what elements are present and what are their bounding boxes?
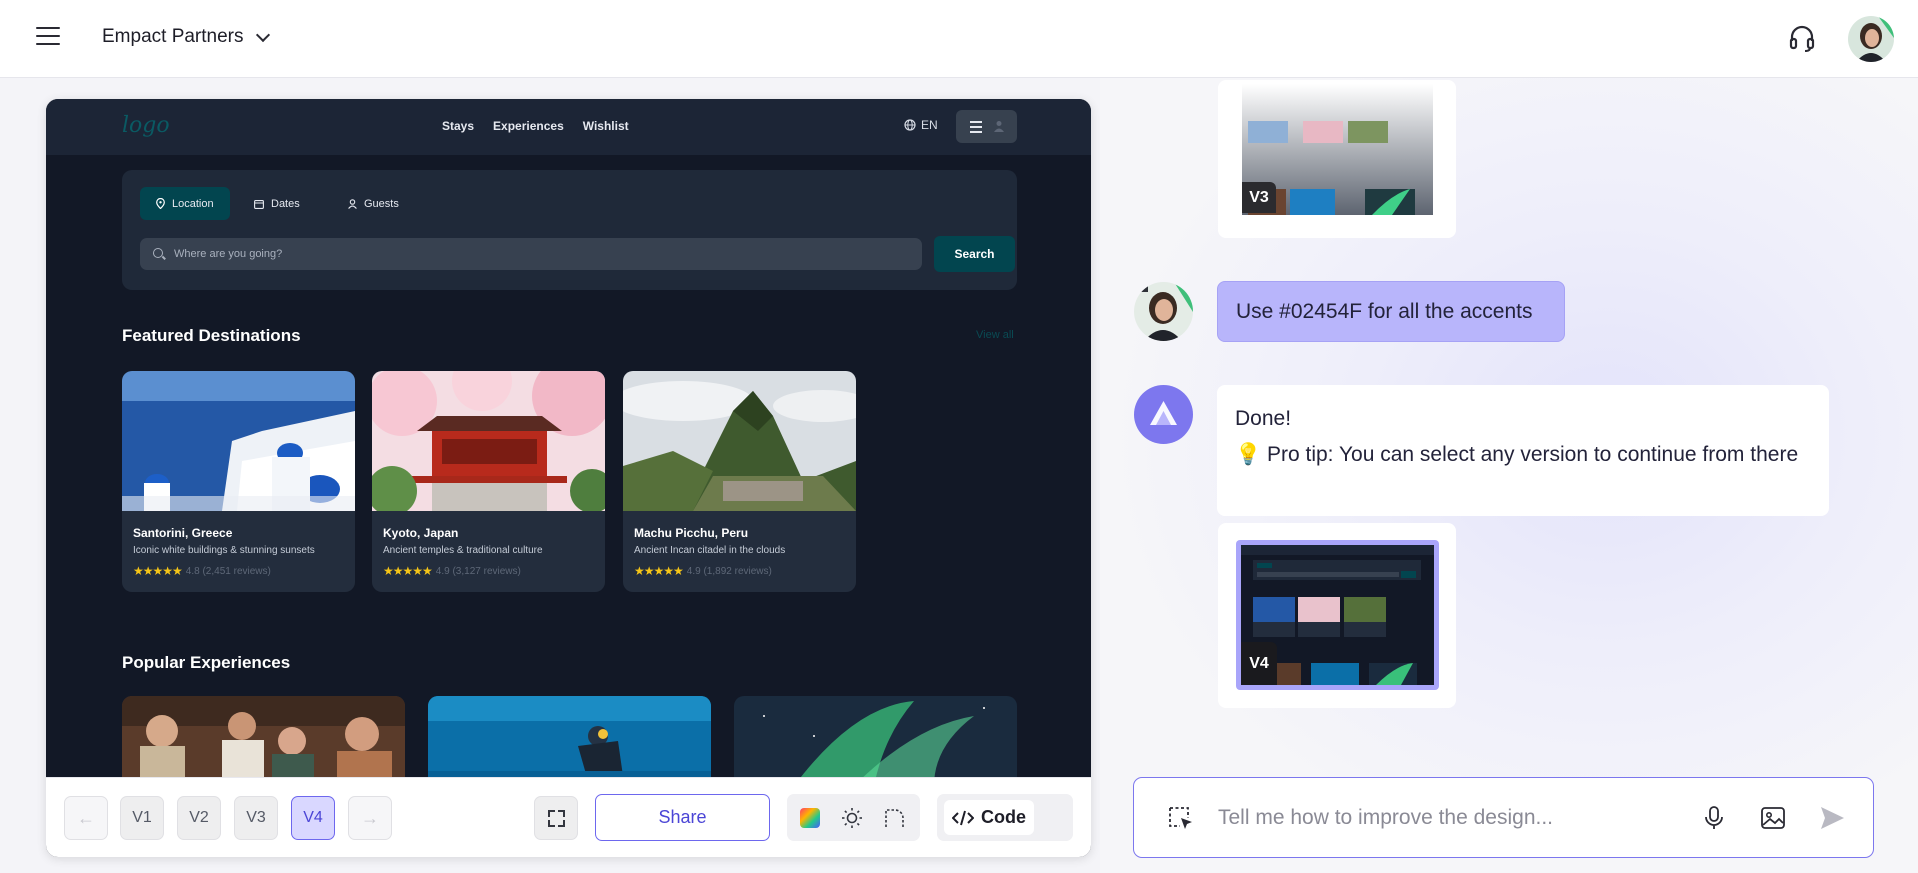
version-v3-button[interactable]: V3: [234, 796, 278, 840]
card-description: Iconic white buildings & stunning sunset…: [133, 545, 315, 556]
top-bar: Empact Partners: [0, 0, 1918, 78]
cooking-class-image[interactable]: [122, 696, 405, 786]
tab-dates[interactable]: Dates: [238, 187, 316, 220]
user-avatar[interactable]: [1848, 16, 1894, 62]
hamburger-menu-icon[interactable]: [36, 27, 60, 49]
menu-icon: [970, 121, 982, 136]
preview-toolbar: ← V1 V2 V3 V4 → Share Code: [46, 777, 1091, 857]
destination-card[interactable]: Machu Picchu, Peru Ancient Incan citadel…: [623, 371, 856, 592]
assistant-logo-icon: [1150, 401, 1177, 425]
scuba-diving-image[interactable]: [428, 696, 711, 786]
preview-logo[interactable]: logo: [122, 113, 170, 138]
rating-text: 4.9 (3,127 reviews): [435, 565, 521, 577]
northern-lights-image[interactable]: [734, 696, 1017, 786]
rating-text: 4.8 (2,451 reviews): [185, 565, 271, 577]
search-button[interactable]: Search: [934, 236, 1015, 272]
nav-link-wishlist[interactable]: Wishlist: [583, 119, 629, 133]
image-upload-icon[interactable]: [1759, 804, 1787, 832]
star-rating-icons: ★★★★★: [133, 564, 183, 578]
destination-card[interactable]: Kyoto, Japan Ancient temples & tradition…: [372, 371, 605, 592]
card-title: Kyoto, Japan: [383, 526, 459, 540]
sun-icon[interactable]: [841, 807, 863, 829]
user-icon: [994, 121, 1004, 132]
globe-icon: [904, 119, 916, 131]
headset-icon[interactable]: [1788, 24, 1816, 54]
share-button[interactable]: Share: [595, 794, 770, 841]
map-pin-icon: [156, 198, 165, 209]
chat-composer: [1133, 777, 1874, 858]
previous-version-button[interactable]: ←: [64, 796, 108, 840]
destination-card[interactable]: Santorini, Greece Iconic white buildings…: [122, 371, 355, 592]
nav-link-experiences[interactable]: Experiences: [493, 119, 564, 133]
code-icon: [952, 810, 974, 825]
assistant-avatar: [1134, 385, 1193, 444]
version-badge: V3: [1242, 182, 1276, 213]
language-label: EN: [921, 118, 938, 132]
send-icon[interactable]: [1818, 804, 1846, 832]
calendar-icon: [254, 199, 264, 209]
assistant-message: Done! 💡 Pro tip: You can select any vers…: [1217, 385, 1829, 516]
language-selector[interactable]: EN: [904, 118, 938, 132]
version-v1-button[interactable]: V1: [120, 796, 164, 840]
view-all-link[interactable]: View all: [976, 329, 1014, 341]
design-preview: logo Stays Experiences Wishlist EN Locat…: [46, 99, 1091, 857]
card-description: Ancient Incan citadel in the clouds: [634, 545, 786, 556]
code-label: Code: [981, 807, 1026, 827]
nav-link-stays[interactable]: Stays: [442, 119, 474, 133]
card-rating: ★★★★★ 4.9 (3,127 reviews): [383, 564, 521, 578]
chat-message-input[interactable]: [1218, 798, 1658, 838]
corner-radius-icon[interactable]: [883, 807, 905, 829]
workspace-selector[interactable]: Empact Partners: [102, 26, 270, 48]
version-badge: V4: [1241, 642, 1277, 685]
search-panel: Location Dates Guests Where are you goin…: [122, 170, 1017, 290]
version-v4-button[interactable]: V4: [291, 796, 335, 840]
select-element-icon[interactable]: [1168, 806, 1194, 832]
tab-location[interactable]: Location: [140, 187, 230, 220]
search-icon: [153, 248, 163, 258]
featured-destinations-title: Featured Destinations: [122, 326, 301, 345]
user-avatar: [1134, 282, 1193, 341]
popular-experiences-title: Popular Experiences: [122, 653, 291, 672]
tab-dates-label: Dates: [271, 197, 300, 210]
tab-location-label: Location: [172, 197, 214, 210]
tab-guests-label: Guests: [364, 197, 399, 210]
search-placeholder: Where are you going?: [174, 248, 283, 260]
kyoto-image: [372, 371, 605, 511]
destination-search-input[interactable]: Where are you going?: [140, 238, 922, 270]
assistant-message-line: Done!: [1235, 407, 1292, 430]
preview-navbar: logo Stays Experiences Wishlist EN: [46, 99, 1091, 155]
machu-picchu-image: [623, 371, 856, 511]
workspace-name: Empact Partners: [102, 26, 244, 47]
microphone-icon[interactable]: [1700, 804, 1728, 832]
card-title: Machu Picchu, Peru: [634, 526, 749, 540]
color-palette-icon[interactable]: [799, 807, 821, 829]
card-title: Santorini, Greece: [133, 526, 233, 540]
card-rating: ★★★★★ 4.9 (1,892 reviews): [634, 564, 772, 578]
star-rating-icons: ★★★★★: [383, 564, 433, 578]
version-thumbnail-v4[interactable]: V4: [1218, 523, 1456, 708]
chevron-down-icon: [255, 27, 270, 42]
version-thumbnail-v3[interactable]: V3: [1218, 80, 1456, 238]
style-tools: [787, 794, 920, 841]
fullscreen-icon[interactable]: [534, 796, 578, 840]
tab-guests[interactable]: Guests: [332, 187, 415, 220]
rating-text: 4.9 (1,892 reviews): [686, 565, 772, 577]
user-icon: [348, 198, 357, 209]
version-v2-button[interactable]: V2: [177, 796, 221, 840]
card-rating: ★★★★★ 4.8 (2,451 reviews): [133, 564, 271, 578]
code-toggle: Code: [937, 794, 1073, 841]
santorini-image: [122, 371, 355, 511]
preview-user-menu-button[interactable]: [956, 110, 1017, 143]
assistant-pro-tip: 💡 Pro tip: You can select any version to…: [1235, 443, 1799, 466]
card-description: Ancient temples & traditional culture: [383, 545, 543, 556]
code-button[interactable]: Code: [944, 800, 1034, 835]
star-rating-icons: ★★★★★: [634, 564, 684, 578]
next-version-button[interactable]: →: [348, 796, 392, 840]
user-message: Use #02454F for all the accents: [1217, 281, 1565, 342]
